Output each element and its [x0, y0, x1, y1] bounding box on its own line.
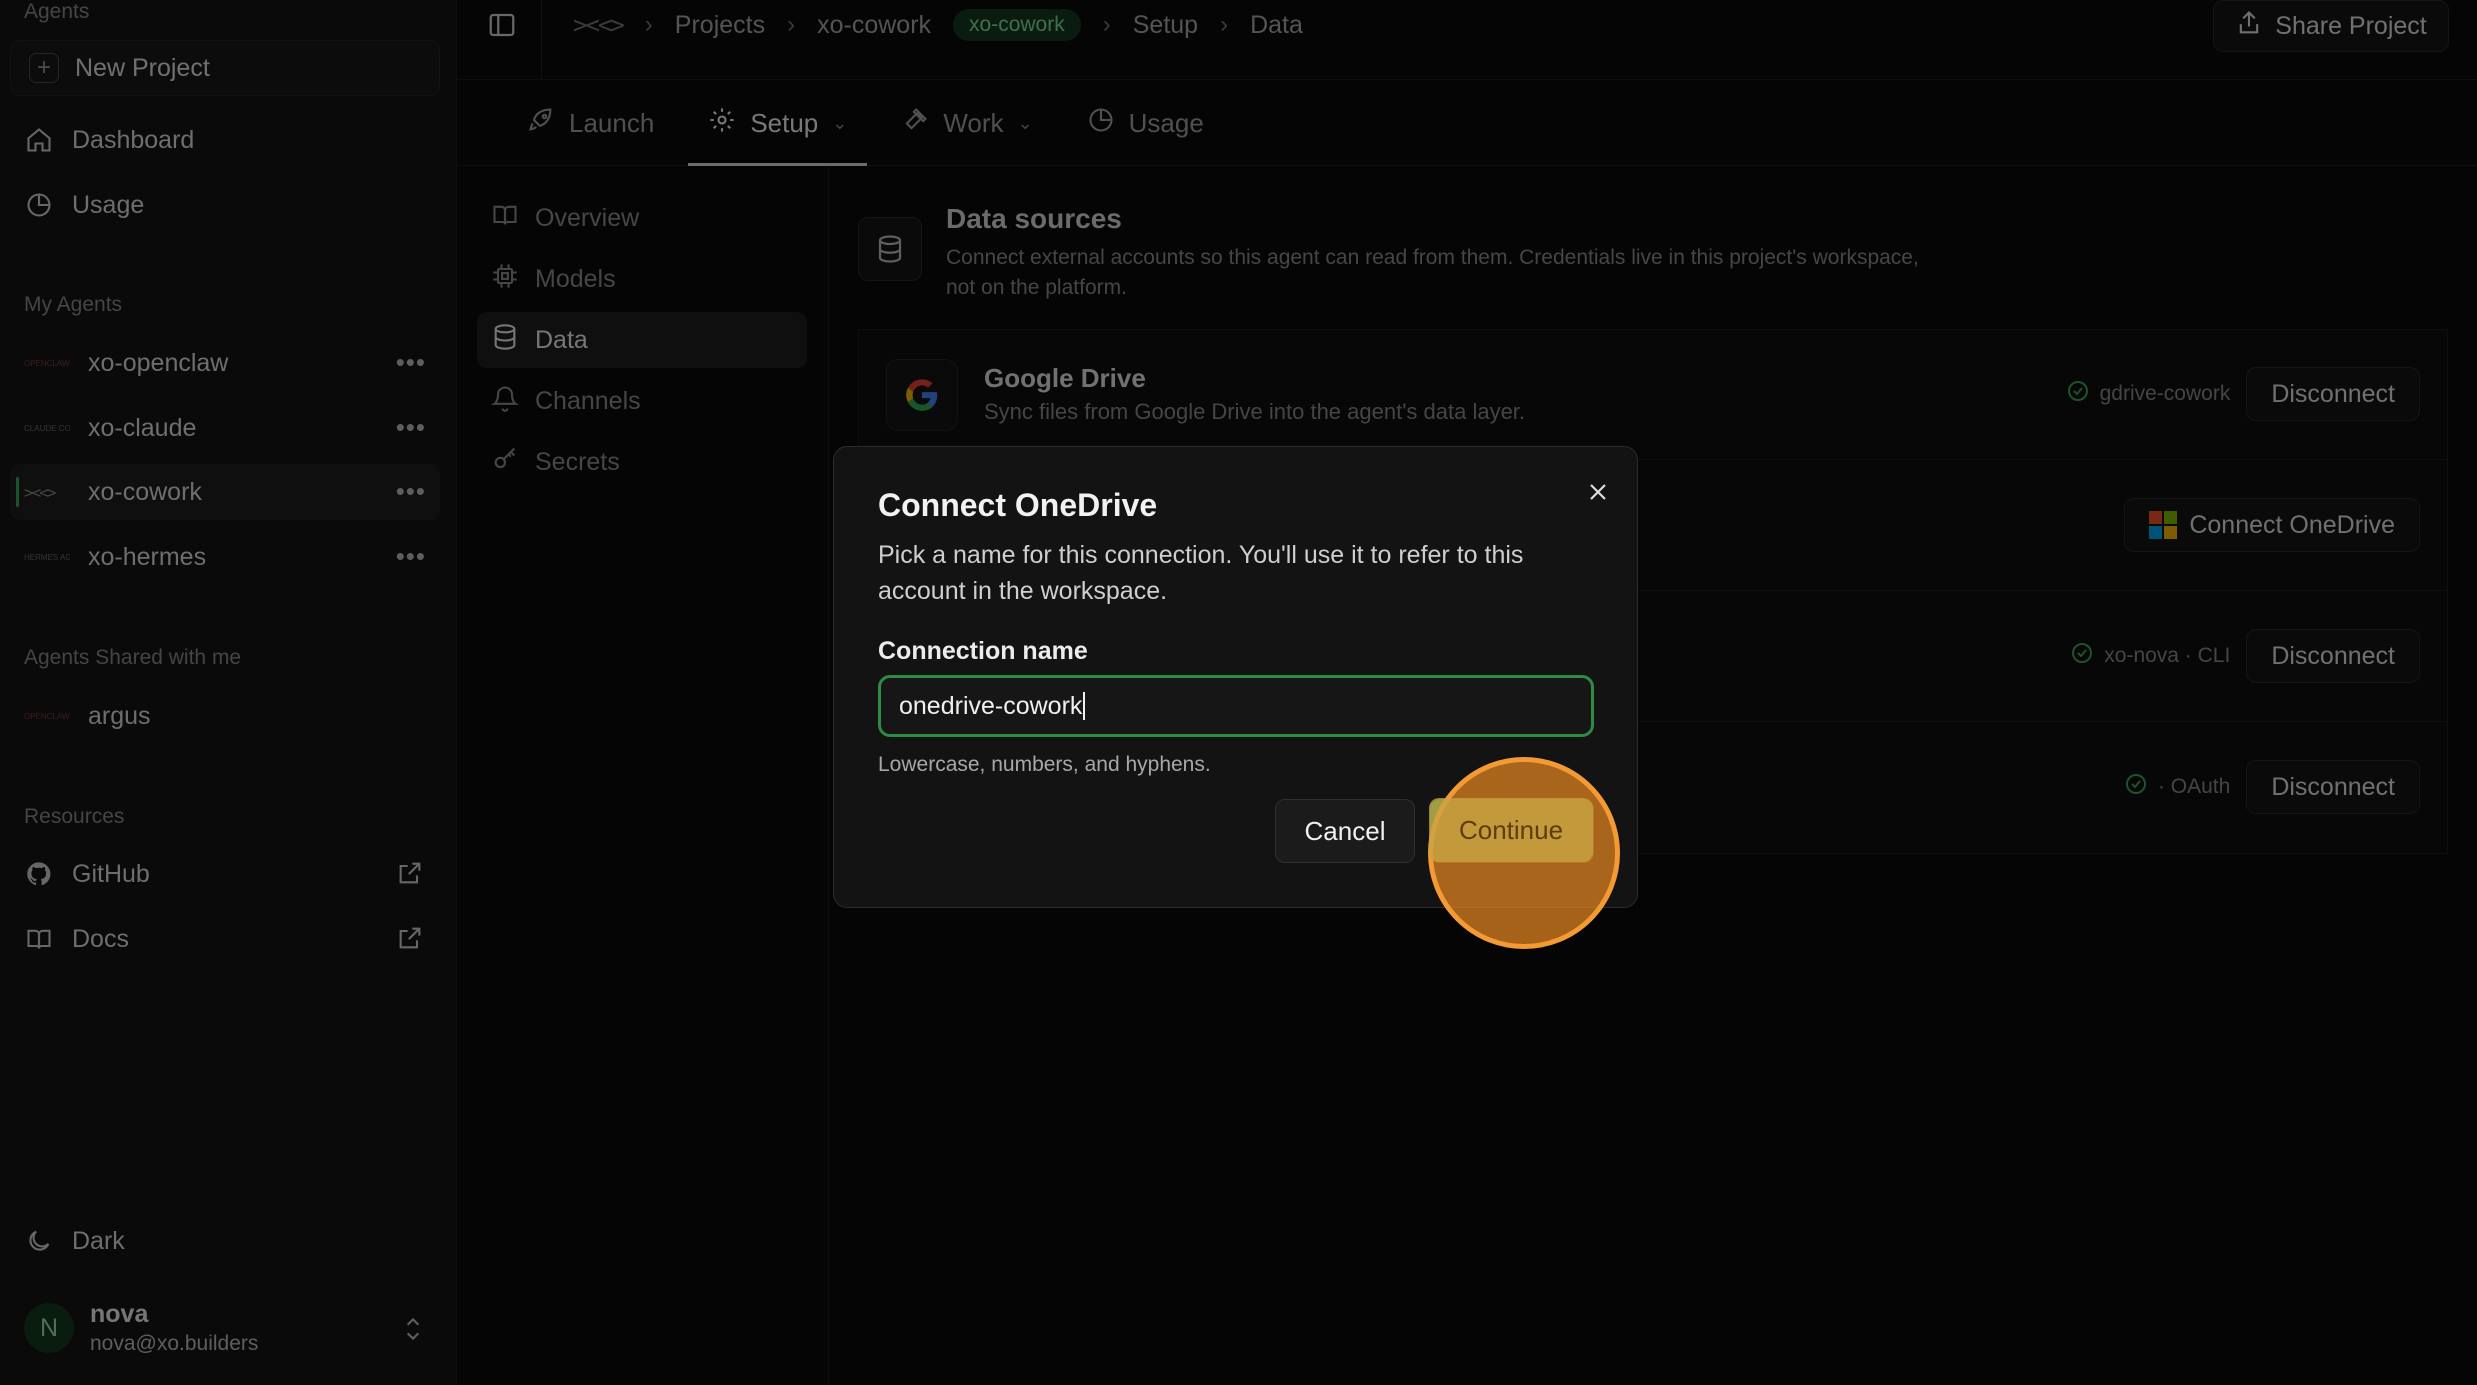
connection-name-hint: Lowercase, numbers, and hyphens. [878, 753, 1211, 776]
connection-name-value: onedrive-cowork [899, 691, 1083, 720]
connection-name-input[interactable]: onedrive-cowork [878, 675, 1594, 737]
close-icon[interactable] [1579, 473, 1617, 511]
dialog-description: Pick a name for this connection. You'll … [878, 541, 1524, 605]
text-cursor [1083, 692, 1086, 720]
continue-button-label: Continue [1458, 814, 1564, 845]
cancel-button[interactable]: Cancel [1275, 799, 1415, 863]
dialog-title: Connect OneDrive [878, 487, 1158, 523]
connection-name-label: Connection name [878, 637, 1088, 665]
